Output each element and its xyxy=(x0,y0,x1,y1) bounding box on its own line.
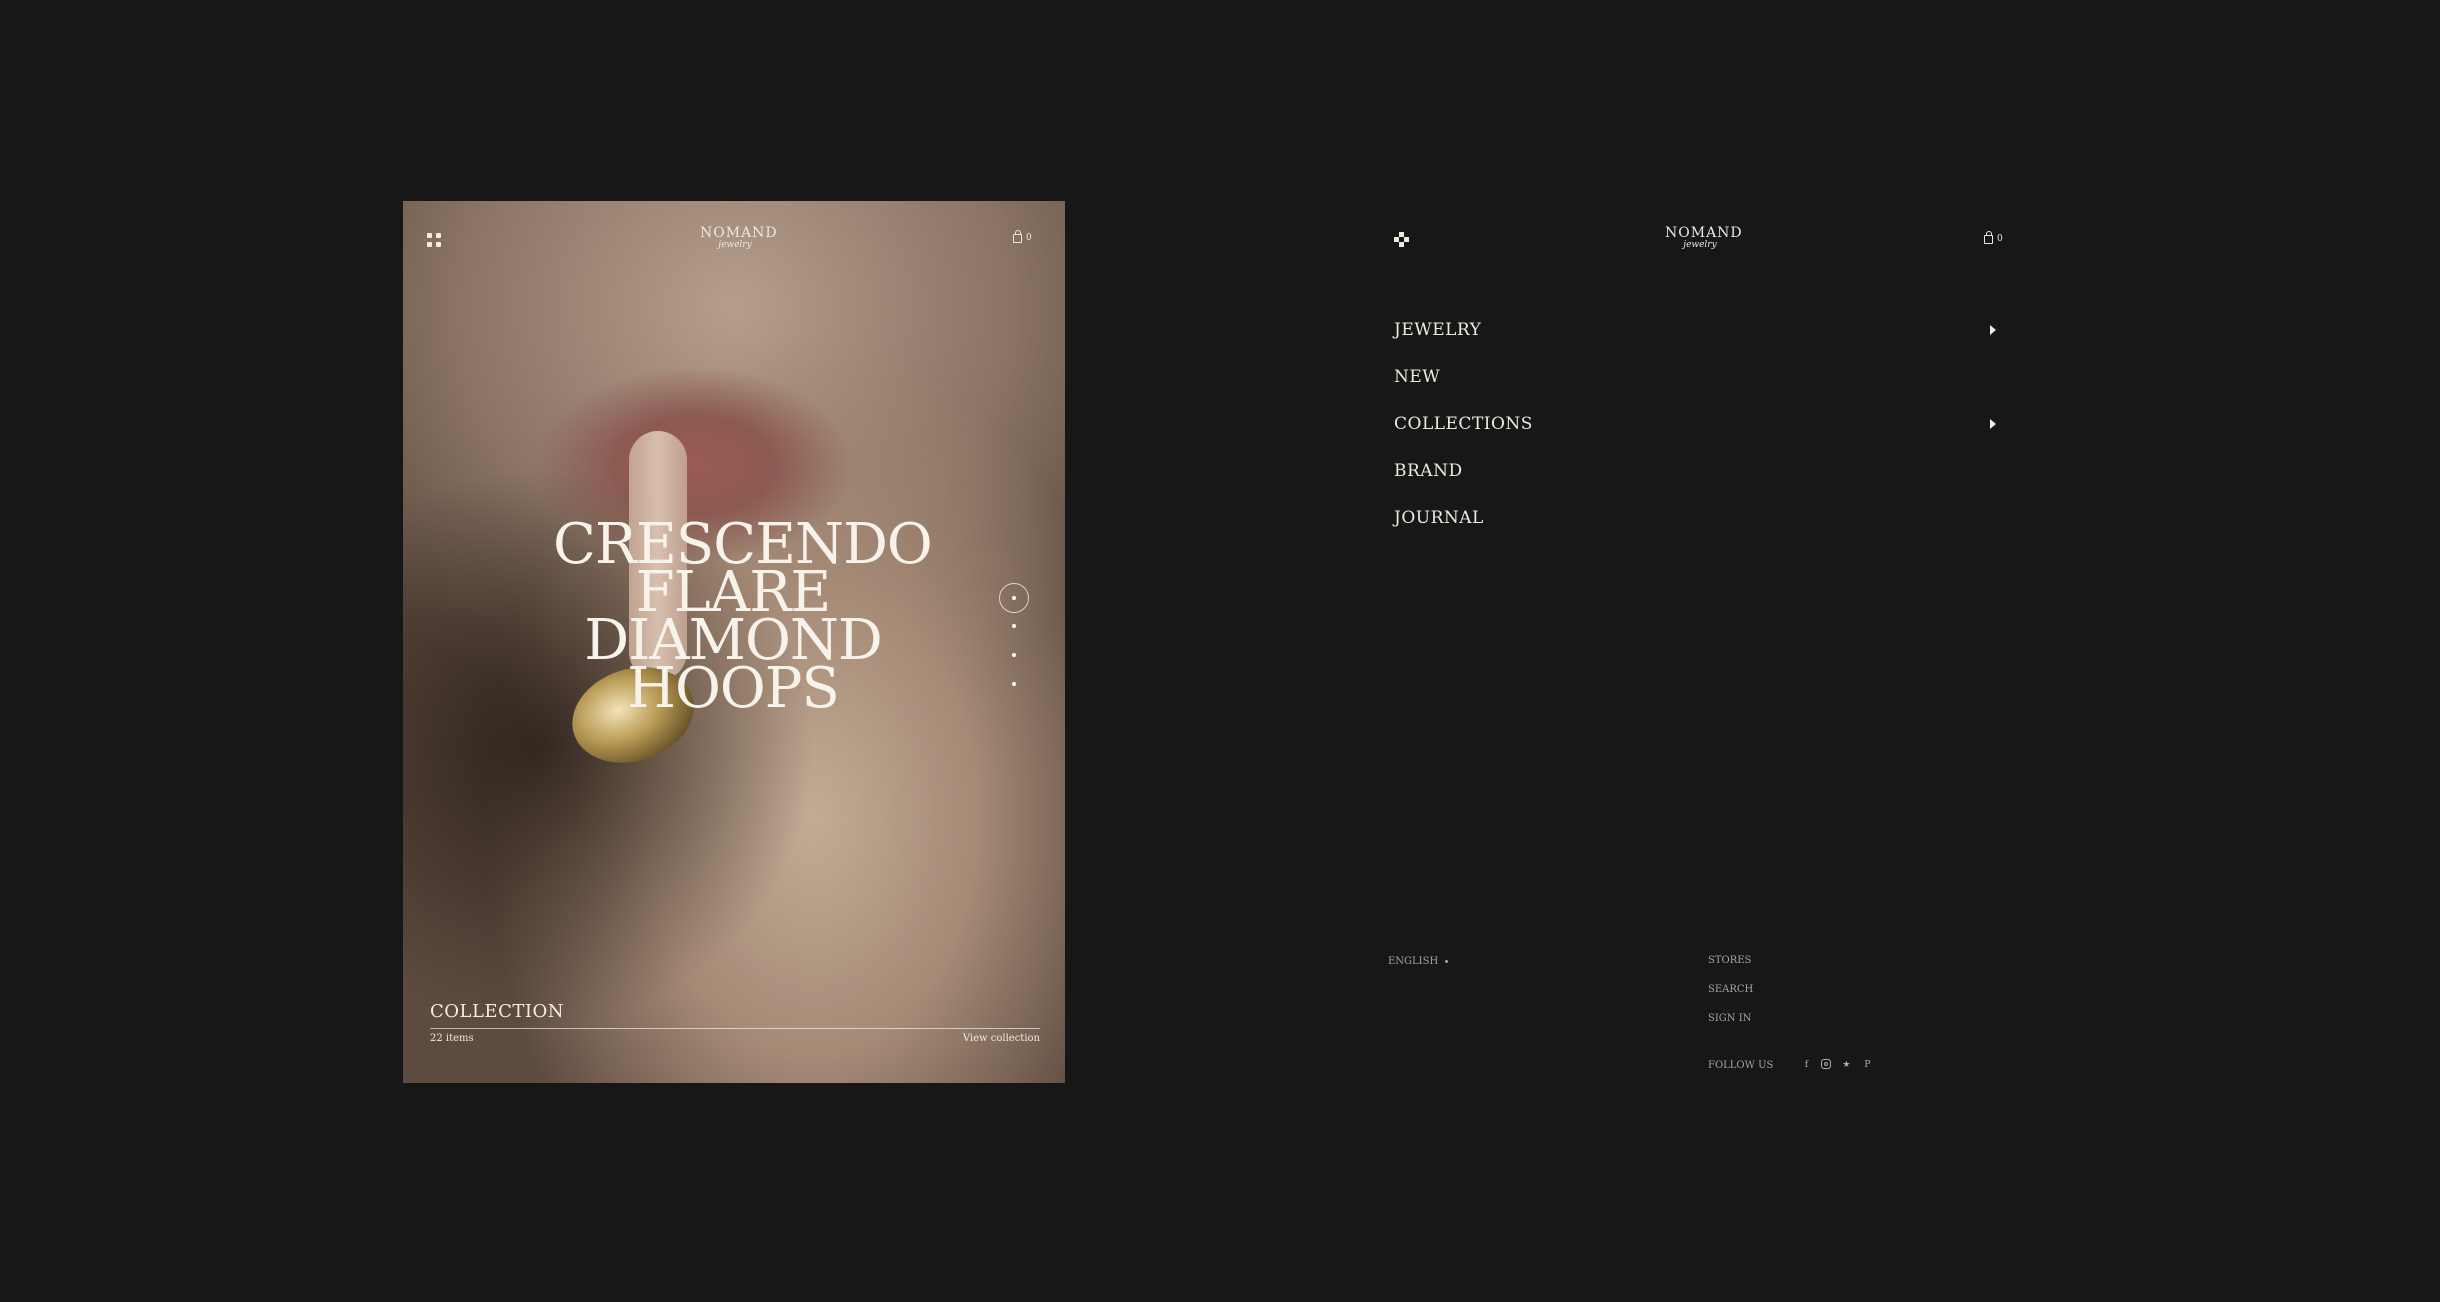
slide-pagination xyxy=(999,583,1029,699)
brand-name: NOMAND xyxy=(700,225,778,241)
divider xyxy=(430,1028,1040,1029)
nav-item-label: NEW xyxy=(1394,366,1441,387)
cart-count: 0 xyxy=(1997,234,2003,244)
hero-headline: CRESCENDO FLARE DIAMOND HOOPS xyxy=(553,517,933,717)
stores-link[interactable]: STORES xyxy=(1708,955,1753,984)
slide-dot[interactable] xyxy=(999,611,1029,641)
hero-card[interactable]: NOMAND jewelry 0 CRESCENDO FLARE DIAMOND… xyxy=(403,201,1065,1083)
bag-icon xyxy=(1013,229,1022,243)
nav-item-brand[interactable]: BRAND xyxy=(1394,447,2004,494)
caret-right-icon xyxy=(1990,418,1996,429)
social-links: f ★ P xyxy=(1800,1059,1873,1071)
brand-logo[interactable]: NOMAND jewelry xyxy=(700,225,778,250)
slide-dot[interactable] xyxy=(999,640,1029,670)
cart-button[interactable]: 0 xyxy=(1013,229,1032,243)
follow-us: FOLLOW US f ★ P xyxy=(1708,1059,1873,1071)
slide-dot[interactable] xyxy=(999,669,1029,699)
main-navigation: JEWELRY NEW COLLECTIONS BRAND JOURNAL xyxy=(1394,306,2004,541)
pinterest-icon[interactable]: P xyxy=(1861,1059,1873,1071)
search-link[interactable]: SEARCH xyxy=(1708,984,1753,1013)
nav-item-journal[interactable]: JOURNAL xyxy=(1394,494,2004,541)
slide-dot-active[interactable] xyxy=(999,583,1029,613)
bag-icon xyxy=(1984,230,1993,244)
cart-button[interactable]: 0 xyxy=(1984,230,2003,244)
close-menu-icon[interactable] xyxy=(1394,232,1410,248)
brand-name: NOMAND xyxy=(1665,225,1743,241)
items-count: 22 items xyxy=(430,1033,474,1044)
utility-links: STORES SEARCH SIGN IN xyxy=(1708,955,1753,1042)
collection-meta: 22 items View collection xyxy=(430,1033,1040,1044)
brand-logo[interactable]: NOMAND jewelry xyxy=(1665,225,1743,250)
nav-item-label: JOURNAL xyxy=(1394,507,1484,528)
sign-in-link[interactable]: SIGN IN xyxy=(1708,1013,1753,1042)
language-selector[interactable]: ENGLISH xyxy=(1388,956,1449,967)
nav-item-label: JEWELRY xyxy=(1394,319,1482,340)
twitter-icon[interactable]: ★ xyxy=(1840,1059,1852,1071)
language-label: ENGLISH xyxy=(1388,956,1439,967)
brand-tagline: jewelry xyxy=(718,240,752,250)
nav-item-label: BRAND xyxy=(1394,460,1463,481)
hero-header: NOMAND jewelry 0 xyxy=(403,201,1065,281)
instagram-icon[interactable] xyxy=(1821,1059,1832,1069)
cart-count: 0 xyxy=(1026,233,1032,243)
nav-item-new[interactable]: NEW xyxy=(1394,353,2004,400)
follow-label: FOLLOW US xyxy=(1708,1059,1774,1071)
dropdown-dot-icon xyxy=(1445,960,1449,963)
menu-panel: NOMAND jewelry 0 JEWELRY NEW COLLECTIONS… xyxy=(1388,220,2008,1080)
nav-item-collections[interactable]: COLLECTIONS xyxy=(1394,400,2004,447)
nav-item-label: COLLECTIONS xyxy=(1394,413,1533,434)
menu-grid-icon[interactable] xyxy=(427,233,441,247)
brand-tagline: jewelry xyxy=(1683,240,1717,250)
caret-right-icon xyxy=(1990,324,1996,335)
facebook-icon[interactable]: f xyxy=(1800,1059,1812,1071)
hero-footer: COLLECTION 22 items View collection xyxy=(430,1001,1040,1044)
nav-item-jewelry[interactable]: JEWELRY xyxy=(1394,306,2004,353)
view-collection-link[interactable]: View collection xyxy=(963,1033,1040,1044)
collection-label: COLLECTION xyxy=(430,1001,564,1022)
